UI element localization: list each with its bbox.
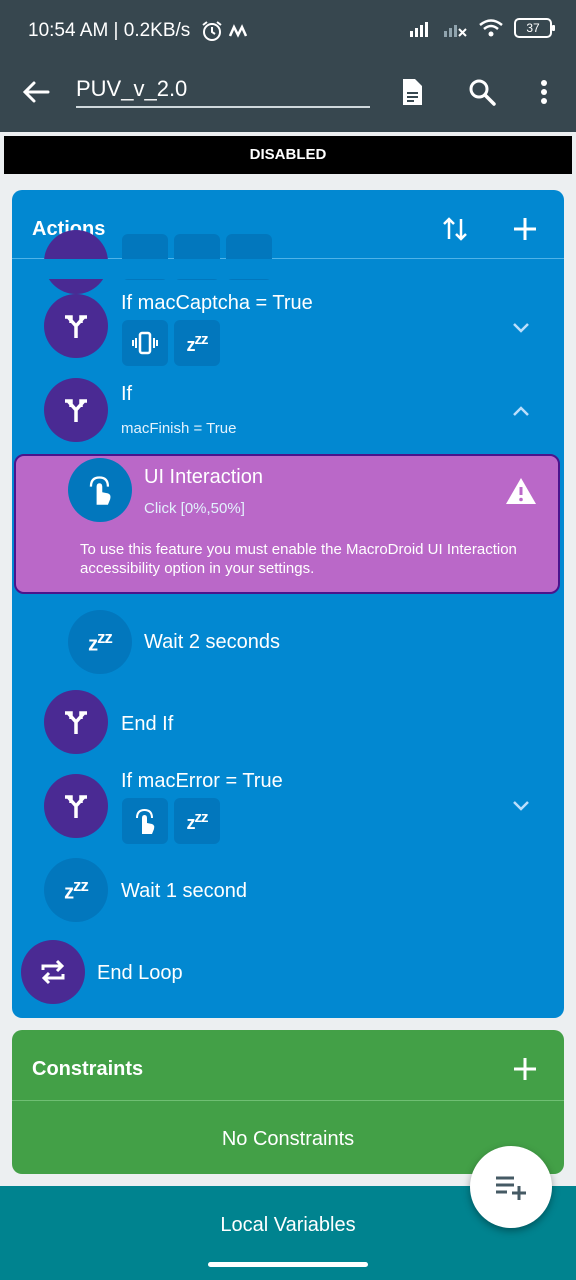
if-icon (44, 294, 108, 358)
action-subtitle: macFinish = True (121, 420, 237, 437)
action-title: If macCaptcha = True (121, 292, 313, 314)
wait-icon: zzz (44, 858, 108, 922)
action-ui-interaction-selected[interactable]: UI Interaction Click [0%,50%] To use thi… (14, 454, 560, 594)
add-action-icon[interactable] (510, 214, 540, 244)
macrodroid-status-icon (228, 24, 248, 38)
vibrate-chip-icon (122, 320, 168, 366)
action-title: End If (121, 713, 174, 735)
if-icon (44, 774, 108, 838)
wait-chip-icon: zzz (174, 798, 220, 844)
back-arrow-icon[interactable] (20, 76, 52, 108)
warning-icon[interactable] (504, 476, 538, 506)
chevron-up-icon[interactable] (510, 400, 532, 422)
touch-chip-icon (122, 798, 168, 844)
wifi-icon (479, 19, 503, 37)
action-title: Wait 1 second (121, 880, 247, 902)
chevron-down-icon[interactable] (510, 794, 532, 816)
action-title: Wait 2 seconds (144, 631, 280, 653)
wait-icon: zzz (68, 610, 132, 674)
status-bar: 10:54 AM | 0.2KB/s 37 (0, 0, 576, 62)
chevron-down-icon[interactable] (510, 316, 532, 338)
signal-no-service-icon (444, 25, 467, 37)
gesture-nav-bar[interactable] (208, 1262, 368, 1267)
disabled-banner: DISABLED (4, 136, 572, 174)
action-title: End Loop (97, 962, 183, 984)
alarm-icon (202, 21, 222, 41)
no-constraints-text: No Constraints (221, 1128, 355, 1150)
status-time: 10:54 AM | 0.2KB/s (28, 20, 191, 41)
if-icon (44, 378, 108, 442)
macro-name-text: PUV_v_2.0 (76, 76, 188, 101)
action-subtitle: Click [0%,50%] (144, 500, 245, 517)
constraints-card: Constraints No Constraints (12, 1030, 564, 1174)
constraints-divider (12, 1100, 564, 1101)
end-if-icon (44, 690, 108, 754)
loop-icon (21, 940, 85, 1004)
signal-icon (410, 22, 428, 37)
app-bar: PUV_v_2.0 (0, 62, 576, 132)
wait-chip-icon: zzz (174, 320, 220, 366)
add-constraint-icon[interactable] (510, 1054, 540, 1084)
playlist-add-icon (496, 1176, 526, 1200)
reorder-icon[interactable] (440, 214, 470, 244)
search-icon[interactable] (466, 76, 498, 108)
accessibility-warning-text: To use this feature you must enable the … (80, 541, 517, 577)
actions-card: Actions If macCaptcha = True zzz If macF… (12, 190, 564, 1018)
add-to-list-fab[interactable] (470, 1146, 552, 1228)
description-icon[interactable] (396, 76, 428, 108)
action-title: If macError = True (121, 770, 283, 792)
battery-icon: 37 (514, 18, 555, 38)
top-bar: 10:54 AM | 0.2KB/s 37 PUV_v_2.0 (0, 0, 576, 132)
macro-name-field[interactable]: PUV_v_2.0 (76, 76, 370, 108)
action-title: If (121, 383, 133, 405)
constraints-title: Constraints (32, 1058, 144, 1080)
more-options-icon[interactable] (528, 76, 560, 108)
ui-interaction-icon (68, 458, 132, 522)
action-title: UI Interaction (144, 466, 263, 488)
